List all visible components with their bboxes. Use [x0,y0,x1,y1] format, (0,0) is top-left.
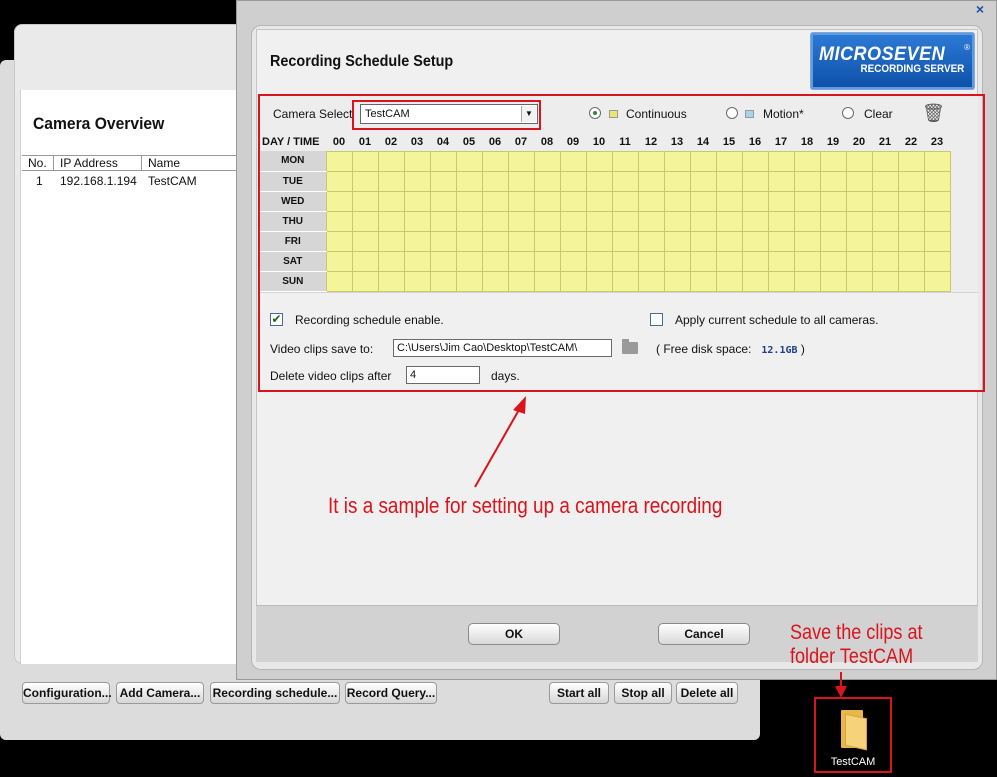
folder-icon[interactable] [841,710,867,751]
sample-annotation: It is a sample for setting up a camera r… [328,493,723,518]
column-header-name[interactable]: Name [142,156,238,170]
recording-schedule-button[interactable]: Recording schedule... [210,682,340,704]
camera-select-highlight-box [352,100,541,130]
configuration-button[interactable]: Configuration... [22,682,112,704]
column-header-ip[interactable]: IP Address [54,156,142,170]
settings-highlight-box [258,94,985,392]
ok-button[interactable]: OK [468,623,560,645]
logo-sub-text: RECORDING SERVER [860,63,964,75]
camera-table-header: No. IP Address Name [22,155,238,171]
cell-ip: 192.168.1.194 [60,173,137,188]
table-row[interactable]: 1 192.168.1.194 TestCAM [22,171,238,191]
dialog-title: Recording Schedule Setup [270,53,454,70]
add-camera-button[interactable]: Add Camera... [116,682,204,704]
record-query-button[interactable]: Record Query... [345,682,437,704]
folder-front [845,713,867,751]
camera-table: No. IP Address Name 1 192.168.1.194 Test… [22,155,238,191]
cell-name: TestCAM [148,173,197,188]
camera-overview-title: Camera Overview [33,114,165,133]
desktop-folder-label[interactable]: TestCAM [814,756,892,768]
start-all-button[interactable]: Start all [549,682,609,704]
save-annotation-line1: Save the clips at [790,621,923,644]
close-icon[interactable]: × [976,1,984,17]
stop-all-button[interactable]: Stop all [614,682,672,704]
save-annotation-line2: folder TestCAM [790,645,914,668]
column-header-no[interactable]: No. [22,156,54,170]
microseven-logo: MICROSEVEN ® RECORDING SERVER [810,32,975,90]
cell-no: 1 [36,173,43,188]
save-annotation: Save the clips at folder TestCAM [790,621,923,669]
delete-all-button[interactable]: Delete all [676,682,738,704]
logo-registered-mark: ® [964,43,970,52]
cancel-button[interactable]: Cancel [658,623,750,645]
